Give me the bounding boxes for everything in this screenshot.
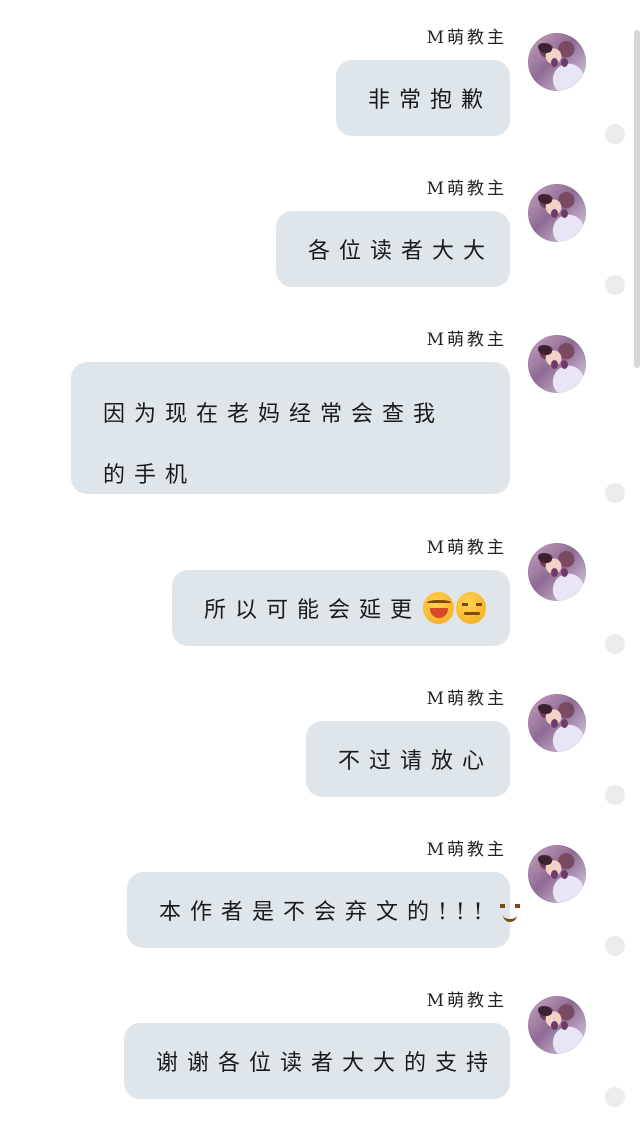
sender-name: M萌教主 [426, 28, 507, 48]
message-text: 非常抱歉 [368, 88, 493, 113]
message-bubble[interactable]: 所以可能会延更 [172, 570, 510, 646]
message-row: M萌教主 非常抱歉 [0, 25, 640, 175]
message-row: M萌教主 所以可能会延更 [0, 535, 640, 685]
message-text: 谢谢各位读者大大的支持 [156, 1051, 498, 1076]
message-text: 所以可能会延更 [204, 598, 422, 623]
message-text: 本作者是不会弃文的!!! [159, 900, 492, 925]
avatar[interactable] [528, 996, 586, 1054]
select-dot[interactable] [605, 483, 625, 503]
message-text: 不过请放心 [338, 749, 494, 774]
select-dot[interactable] [605, 634, 625, 654]
avatar[interactable] [528, 543, 586, 601]
message-bubble[interactable]: 非常抱歉 [336, 60, 510, 136]
message-row: M萌教主 谢谢各位读者大大的支持 [0, 988, 640, 1138]
select-dot[interactable] [605, 785, 625, 805]
select-dot[interactable] [605, 936, 625, 956]
message-row: M萌教主 因为现在老妈经常会查我的手机 [0, 327, 640, 494]
avatar[interactable] [528, 694, 586, 752]
message-bubble[interactable]: 本作者是不会弃文的!!! [127, 872, 520, 948]
message-text: 各位读者大大 [308, 239, 495, 264]
crying-face-icon [423, 592, 454, 624]
select-dot[interactable] [605, 275, 625, 295]
sender-name: M萌教主 [426, 330, 507, 350]
message-text: 因为现在老妈经常会查我的手机 [103, 402, 445, 488]
sender-name: M萌教主 [426, 538, 507, 558]
sender-name: M萌教主 [426, 840, 507, 860]
message-bubble[interactable]: 不过请放心 [306, 721, 510, 797]
avatar[interactable] [528, 184, 586, 242]
message-row: M萌教主 不过请放心 [0, 686, 640, 836]
message-row: M萌教主 各位读者大大 [0, 176, 640, 326]
message-bubble[interactable]: 各位读者大大 [276, 211, 510, 287]
select-dot[interactable] [605, 1087, 625, 1107]
sender-name: M萌教主 [426, 991, 507, 1011]
select-dot[interactable] [605, 124, 625, 144]
sad-face-icon [455, 592, 486, 624]
message-row: M萌教主 本作者是不会弃文的!!! [0, 837, 640, 987]
message-bubble[interactable]: 因为现在老妈经常会查我的手机 [71, 362, 510, 494]
avatar[interactable] [528, 33, 586, 91]
sender-name: M萌教主 [426, 689, 507, 709]
avatar[interactable] [528, 845, 586, 903]
sender-name: M萌教主 [426, 179, 507, 199]
message-bubble[interactable]: 谢谢各位读者大大的支持 [124, 1023, 510, 1099]
avatar[interactable] [528, 335, 586, 393]
